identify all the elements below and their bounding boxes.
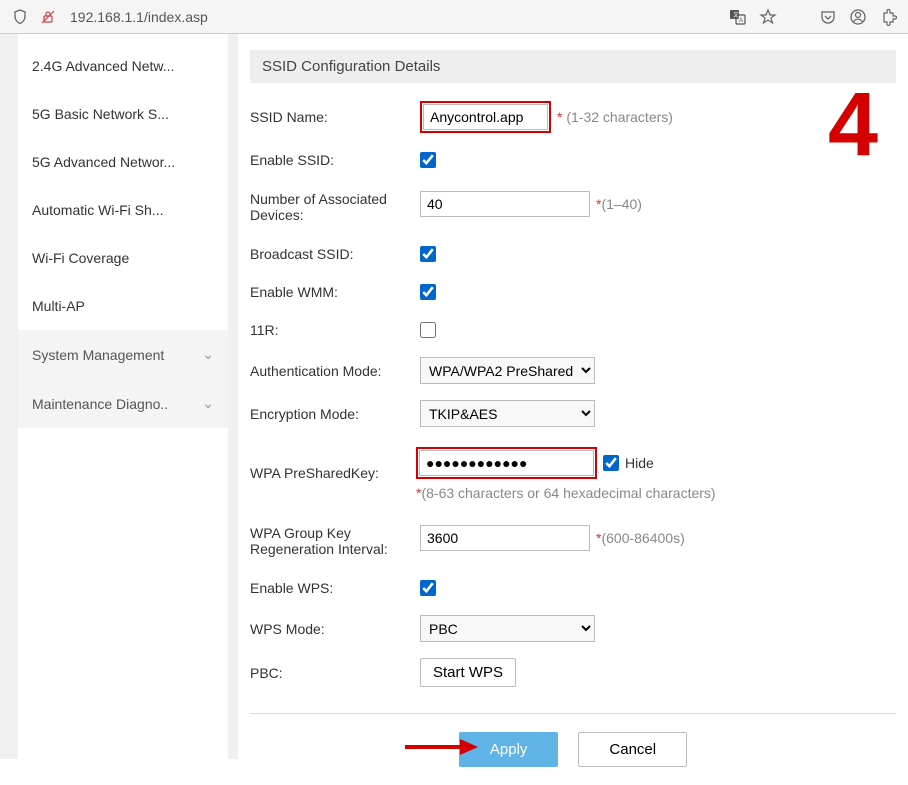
label-enc-mode: Encryption Mode:	[250, 406, 420, 422]
annotation-number: 4	[828, 80, 878, 170]
shield-icon[interactable]	[10, 7, 30, 27]
row-psk: WPA PreSharedKey: Hide *(8-63 characters…	[250, 435, 896, 513]
hint-group-key: *(600-86400s)	[596, 530, 685, 546]
row-enable-ssid: Enable SSID:	[250, 141, 896, 179]
hide-label: Hide	[625, 455, 654, 471]
sidebar-item-system-management[interactable]: System Management⌄	[18, 330, 228, 379]
row-num-devices: Number of Associated Devices: *(1–40)	[250, 179, 896, 235]
row-enc-mode: Encryption Mode: TKIP&AES	[250, 392, 896, 435]
main-container: 2.4G Advanced Netw... 5G Basic Network S…	[0, 34, 908, 759]
svg-text:A: A	[739, 18, 743, 24]
pocket-icon[interactable]	[818, 7, 838, 27]
sidebar-item-wifi-coverage[interactable]: Wi-Fi Coverage	[18, 234, 228, 282]
label-pbc: PBC:	[250, 665, 420, 681]
content-area: 4 SSID Configuration Details SSID Name: …	[238, 34, 908, 759]
arrow-annotation	[400, 732, 480, 762]
start-wps-button[interactable]: Start WPS	[420, 658, 516, 687]
star-icon[interactable]	[758, 7, 778, 27]
label-broadcast-ssid: Broadcast SSID:	[250, 246, 420, 262]
sidebar-item-5g-advanced[interactable]: 5G Advanced Networ...	[18, 138, 228, 186]
browser-url-bar: 192.168.1.1/index.asp 文A	[0, 0, 908, 34]
highlight-psk	[416, 447, 597, 479]
label-11r: 11R:	[250, 322, 420, 338]
wps-mode-select[interactable]: PBC	[420, 615, 595, 642]
label-psk: WPA PreSharedKey:	[250, 447, 416, 481]
psk-input[interactable]	[419, 450, 594, 476]
row-pbc: PBC: Start WPS	[250, 650, 896, 695]
row-group-key: WPA Group Key Regeneration Interval: *(6…	[250, 513, 896, 569]
sidebar-item-5g-basic[interactable]: 5G Basic Network S...	[18, 90, 228, 138]
chevron-down-icon: ⌄	[202, 395, 214, 412]
sidebar-item-maintenance-diagnostics[interactable]: Maintenance Diagno..⌄	[18, 379, 228, 428]
action-buttons: Apply Cancel	[250, 714, 896, 785]
enable-wmm-checkbox[interactable]	[420, 284, 436, 300]
row-11r: 11R:	[250, 311, 896, 349]
auth-mode-select[interactable]: WPA/WPA2 PreSharedKe	[420, 357, 595, 384]
label-num-devices: Number of Associated Devices:	[250, 191, 420, 223]
row-auth-mode: Authentication Mode: WPA/WPA2 PreSharedK…	[250, 349, 896, 392]
label-enable-wmm: Enable WMM:	[250, 284, 420, 300]
hint-num-devices: *(1–40)	[596, 196, 642, 212]
row-enable-wps: Enable WPS:	[250, 569, 896, 607]
row-ssid-name: SSID Name: * (1-32 characters)	[250, 93, 896, 141]
translate-icon[interactable]: 文A	[728, 7, 748, 27]
section-header: SSID Configuration Details	[250, 50, 896, 83]
broadcast-ssid-checkbox[interactable]	[420, 246, 436, 262]
sidebar-item-24g-advanced[interactable]: 2.4G Advanced Netw...	[18, 42, 228, 90]
label-auth-mode: Authentication Mode:	[250, 363, 420, 379]
account-icon[interactable]	[848, 7, 868, 27]
label-wps-mode: WPS Mode:	[250, 621, 420, 637]
lock-cross-icon[interactable]	[38, 7, 58, 27]
sidebar-item-auto-wifi-shield[interactable]: Automatic Wi-Fi Sh...	[18, 186, 228, 234]
cancel-button[interactable]: Cancel	[578, 732, 687, 767]
ssid-name-input[interactable]	[423, 104, 548, 130]
group-key-input[interactable]	[420, 525, 590, 551]
enable-ssid-checkbox[interactable]	[420, 152, 436, 168]
hide-psk-checkbox[interactable]	[603, 455, 619, 471]
extensions-icon[interactable]	[878, 7, 898, 27]
r11-checkbox[interactable]	[420, 322, 436, 338]
label-group-key: WPA Group Key Regeneration Interval:	[250, 525, 420, 557]
sidebar-item-multi-ap[interactable]: Multi-AP	[18, 282, 228, 330]
num-devices-input[interactable]	[420, 191, 590, 217]
enable-wps-checkbox[interactable]	[420, 580, 436, 596]
row-wps-mode: WPS Mode: PBC	[250, 607, 896, 650]
ssid-form: SSID Name: * (1-32 characters) Enable SS…	[250, 83, 896, 785]
highlight-ssid-name	[420, 101, 551, 133]
sidebar: 2.4G Advanced Netw... 5G Basic Network S…	[18, 34, 228, 759]
label-ssid-name: SSID Name:	[250, 109, 420, 125]
row-enable-wmm: Enable WMM:	[250, 273, 896, 311]
label-enable-ssid: Enable SSID:	[250, 152, 420, 168]
hint-psk: *(8-63 characters or 64 hexadecimal char…	[416, 485, 716, 501]
enc-mode-select[interactable]: TKIP&AES	[420, 400, 595, 427]
hint-ssid-name: * (1-32 characters)	[557, 109, 673, 125]
chevron-down-icon: ⌄	[202, 346, 214, 363]
label-enable-wps: Enable WPS:	[250, 580, 420, 596]
row-broadcast-ssid: Broadcast SSID:	[250, 235, 896, 273]
url-text[interactable]: 192.168.1.1/index.asp	[66, 9, 720, 25]
